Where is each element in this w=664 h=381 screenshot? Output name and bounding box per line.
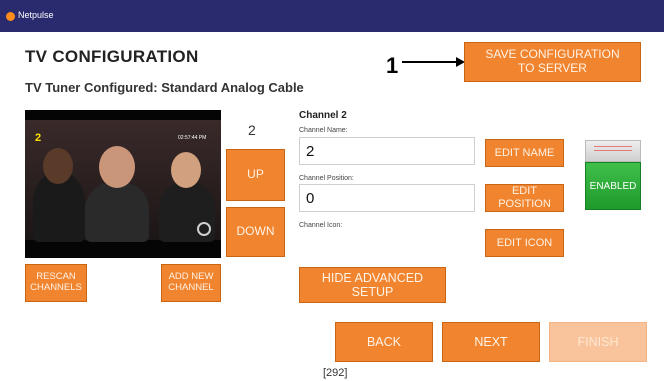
page-counter: [292] <box>323 367 348 379</box>
netpulse-logo-icon <box>6 12 15 21</box>
rescan-channels-button[interactable]: RESCAN CHANNELS <box>25 264 87 302</box>
toggle-label: ENABLED <box>585 162 641 210</box>
channel-header: Channel 2 <box>299 110 347 121</box>
save-configuration-button[interactable]: SAVE CONFIGURATION TO SERVER <box>464 42 641 82</box>
face-left <box>43 148 73 184</box>
broadcast-logo-icon <box>197 222 211 236</box>
annotation-arrow-icon <box>402 57 465 67</box>
app-titlebar: Netpulse <box>0 0 664 32</box>
app-name: Netpulse <box>18 10 54 20</box>
hide-advanced-setup-button[interactable]: HIDE ADVANCED SETUP <box>299 267 446 303</box>
edit-icon-button[interactable]: EDIT ICON <box>485 229 564 257</box>
channel-icon-label: Channel Icon: <box>299 222 343 229</box>
face-center <box>99 146 135 188</box>
finish-button: FINISH <box>549 322 647 362</box>
edit-position-button[interactable]: EDIT POSITION <box>485 184 564 212</box>
tuner-status-subtitle: TV Tuner Configured: Standard Analog Cab… <box>25 80 304 95</box>
annotation-number: 1 <box>386 53 399 78</box>
back-button[interactable]: BACK <box>335 322 433 362</box>
page-title: TV CONFIGURATION <box>25 47 199 66</box>
edit-name-button[interactable]: EDIT NAME <box>485 139 564 167</box>
tv-preview-video <box>25 110 221 258</box>
person-center <box>85 182 149 242</box>
channel-name-field[interactable]: 2 <box>299 137 475 165</box>
channel-up-button[interactable]: UP <box>226 149 285 201</box>
channel-position-label: Channel Position: <box>299 175 354 182</box>
face-right <box>171 152 201 188</box>
current-channel-number: 2 <box>248 122 256 138</box>
enabled-toggle[interactable]: ENABLED <box>585 140 641 210</box>
video-channel-overlay: 2 <box>35 132 42 144</box>
channel-position-field[interactable]: 0 <box>299 184 475 212</box>
video-time-overlay: 02:57:44 PM <box>178 135 207 141</box>
channel-down-button[interactable]: DOWN <box>226 207 285 257</box>
add-new-channel-button[interactable]: ADD NEW CHANNEL <box>161 264 221 302</box>
channel-name-label: Channel Name: <box>299 127 348 134</box>
toggle-cap <box>585 140 641 162</box>
next-button[interactable]: NEXT <box>442 322 540 362</box>
